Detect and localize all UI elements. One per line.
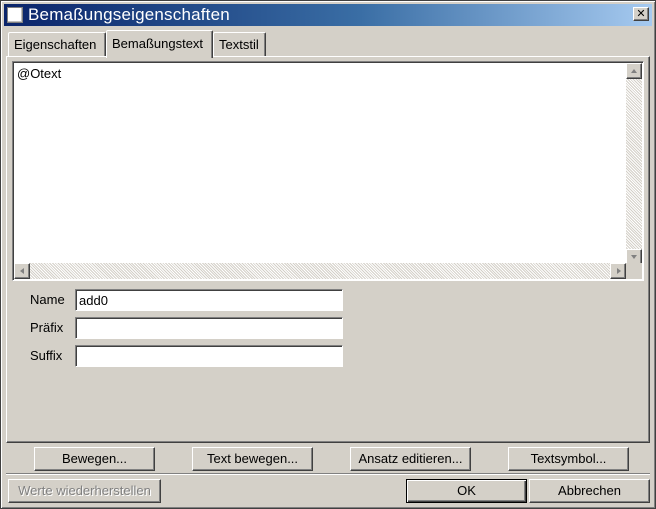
dimension-text-content: @Otext: [17, 66, 62, 81]
restore-values-button[interactable]: Werte wiederherstellen: [8, 479, 161, 503]
tab-textstil[interactable]: Textstil: [213, 32, 266, 56]
close-icon: ✕: [636, 7, 646, 20]
suffix-field[interactable]: [75, 345, 343, 367]
title-bar[interactable]: Bemaßungseigenschaften ✕: [4, 4, 652, 26]
tab-eigenschaften[interactable]: Eigenschaften: [8, 32, 106, 56]
scroll-up-button[interactable]: [626, 63, 642, 79]
move-text-button[interactable]: Text bewegen...: [192, 447, 313, 471]
close-button[interactable]: ✕: [633, 7, 649, 21]
horizontal-scrollbar[interactable]: [14, 263, 626, 279]
suffix-label: Suffix: [30, 348, 63, 363]
dimension-text-area[interactable]: @Otext: [12, 61, 644, 281]
edit-extension-button[interactable]: Ansatz editieren...: [350, 447, 471, 471]
ok-button[interactable]: OK: [406, 479, 527, 503]
arrow-up-icon: [631, 69, 637, 73]
tab-bemassungstext[interactable]: Bemaßungstext: [106, 30, 213, 58]
scroll-corner: [626, 263, 642, 279]
move-button[interactable]: Bewegen...: [34, 447, 155, 471]
dialog-window: Bemaßungseigenschaften ✕ Eigenschaften B…: [0, 0, 656, 509]
tab-label: Textstil: [219, 37, 259, 52]
window-title: Bemaßungseigenschaften: [28, 5, 230, 24]
cancel-button[interactable]: Abbrechen: [529, 479, 650, 503]
arrow-down-icon: [631, 255, 637, 259]
window-icon: [7, 7, 23, 23]
prefix-label: Präfix: [30, 320, 64, 335]
text-symbol-button[interactable]: Textsymbol...: [508, 447, 629, 471]
prefix-field[interactable]: [75, 317, 343, 339]
tab-label: Eigenschaften: [14, 37, 97, 52]
name-label: Name: [30, 292, 65, 307]
scroll-right-button[interactable]: [610, 263, 626, 279]
vertical-scrollbar[interactable]: [626, 63, 642, 265]
footer-divider: [6, 473, 650, 475]
arrow-right-icon: [617, 268, 621, 274]
name-field[interactable]: [75, 289, 343, 311]
arrow-left-icon: [20, 268, 24, 274]
scroll-left-button[interactable]: [14, 263, 30, 279]
tab-label: Bemaßungstext: [112, 36, 204, 51]
